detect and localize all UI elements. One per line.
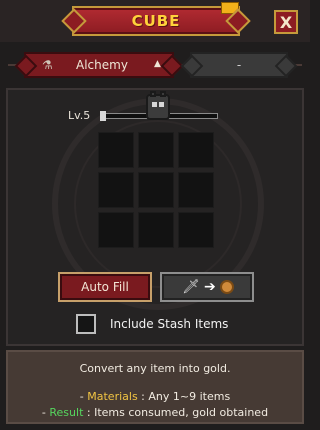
cube-mascot-icon xyxy=(146,91,170,120)
convert-button[interactable]: 🗡 ➔ xyxy=(160,272,254,302)
material-slot[interactable] xyxy=(178,172,214,208)
coin-icon xyxy=(220,280,234,294)
material-grid xyxy=(98,132,216,250)
material-slot[interactable] xyxy=(178,132,214,168)
info-materials-label: Materials xyxy=(87,390,138,403)
info-description: Convert any item into gold. xyxy=(79,362,231,375)
caret-up-icon: ▲ xyxy=(154,59,161,69)
info-materials: - Materials : Any 1~9 items xyxy=(8,390,302,403)
mascot-ear xyxy=(150,91,156,97)
cube-window: CUBE X ⚗ Alchemy ▲ - Lv.5 Auto Fill 🗡 ➔ … xyxy=(0,0,310,430)
material-slot[interactable] xyxy=(138,212,174,248)
material-slot[interactable] xyxy=(98,132,134,168)
material-slot[interactable] xyxy=(138,172,174,208)
arrow-icon: ➔ xyxy=(204,279,216,295)
material-slot[interactable] xyxy=(98,172,134,208)
secondary-slot-label: - xyxy=(236,58,242,72)
info-panel: Convert any item into gold. - Materials … xyxy=(6,350,304,424)
recipe-dropdown[interactable]: ⚗ Alchemy ▲ xyxy=(24,52,174,78)
material-slot[interactable] xyxy=(178,212,214,248)
info-materials-text: : Any 1~9 items xyxy=(137,390,231,403)
level-label: Lv.5 xyxy=(68,109,91,122)
level-progress-marker xyxy=(100,111,106,121)
info-result: - Result : Items consumed, gold obtained xyxy=(8,406,302,419)
info-result-label: Result xyxy=(49,406,84,419)
close-icon: X xyxy=(279,13,293,32)
title-bar: CUBE X xyxy=(0,0,310,42)
include-stash-checkbox[interactable] xyxy=(76,314,96,334)
include-stash-label: Include Stash Items xyxy=(110,317,229,331)
info-result-text: : Items consumed, gold obtained xyxy=(83,406,269,419)
close-button[interactable]: X xyxy=(274,10,298,34)
cube-panel: Lv.5 Auto Fill 🗡 ➔ Include Stash Items xyxy=(6,88,304,346)
auto-fill-button[interactable]: Auto Fill xyxy=(58,272,152,302)
sword-icon: 🗡 xyxy=(182,279,200,295)
flask-icon: ⚗ xyxy=(42,58,53,72)
title-plate: CUBE xyxy=(72,2,240,36)
mascot-ear xyxy=(160,91,166,97)
material-slot[interactable] xyxy=(138,132,174,168)
recipe-dropdown-label: Alchemy xyxy=(76,58,128,72)
auto-fill-label: Auto Fill xyxy=(81,280,129,294)
window-title: CUBE xyxy=(131,12,181,30)
material-slot[interactable] xyxy=(98,212,134,248)
secondary-slot[interactable]: - xyxy=(190,52,288,78)
